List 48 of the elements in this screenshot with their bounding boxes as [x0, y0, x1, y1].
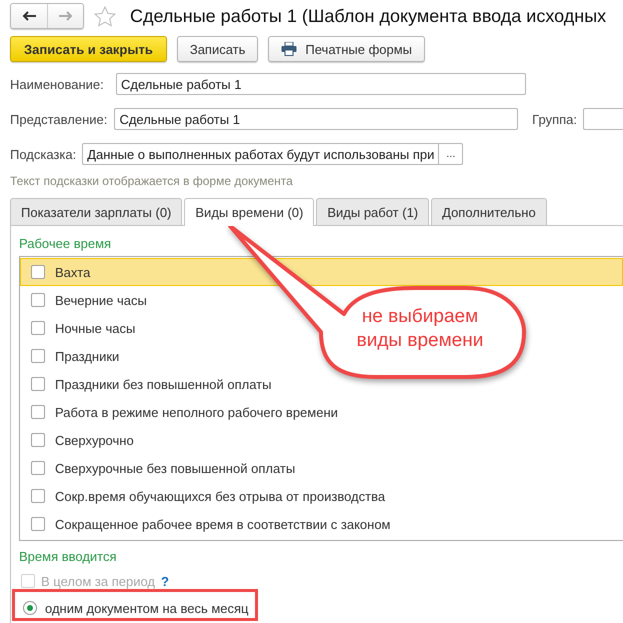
print-forms-button[interactable]: Печатные формы — [268, 36, 426, 62]
star-icon[interactable] — [94, 6, 116, 26]
tab[interactable]: Виды времени (0) — [184, 198, 314, 226]
group-title: Рабочее время — [19, 236, 112, 253]
checkbox[interactable] — [31, 321, 45, 335]
printer-icon — [281, 42, 298, 56]
checkbox-label[interactable]: Сверхурочные без повышенной оплаты — [55, 460, 296, 476]
field-label: Представление: — [10, 112, 108, 126]
hint-text: Текст подсказки отображается в форме документа — [9, 173, 294, 190]
text-field[interactable]: Сдельные работы 1 — [116, 73, 526, 95]
text-field[interactable]: Сдельные работы 1 — [114, 108, 518, 130]
field-label: Наименование: — [10, 76, 105, 92]
checkbox[interactable] — [31, 349, 45, 363]
checkbox-label[interactable]: Работа в режиме неполного рабочего времени — [55, 404, 338, 420]
list-row[interactable]: Вахта — [20, 258, 623, 286]
checkbox-label[interactable]: Вечерние часы — [55, 292, 147, 308]
group-title: Время вводится — [19, 549, 118, 566]
window-title: Сдельные работы 1 (Шаблон документа ввода исходных — [130, 6, 606, 26]
checkbox[interactable] — [31, 489, 45, 503]
checkbox-label[interactable]: Праздники без повышенной оплаты — [55, 376, 272, 392]
checkbox-label: Вахта — [55, 264, 90, 280]
radio-button[interactable] — [23, 601, 37, 615]
text-field[interactable]: Данные о выполненных работах будут использованы при — [82, 143, 438, 165]
field-label: Подсказка: — [10, 146, 76, 162]
checkbox-label[interactable]: Сокр.время обучающихся без отрыва от производства — [55, 488, 386, 504]
save-and-close-button[interactable]: Записать и закрыть — [10, 36, 167, 62]
checkbox[interactable] — [31, 433, 45, 447]
checkbox-label[interactable]: Праздники — [55, 348, 120, 364]
checkbox[interactable] — [31, 265, 45, 279]
checkbox[interactable] — [31, 517, 45, 531]
save-button[interactable]: Записать — [176, 36, 258, 62]
select-button[interactable]: ... — [438, 143, 464, 165]
checkbox-label[interactable]: Сверхурочно — [55, 432, 134, 448]
radio-label: одним документом на весь месяц — [45, 600, 249, 616]
checkbox[interactable] — [31, 461, 45, 475]
callout-text: не выбираем виды времени — [356, 305, 484, 353]
checkbox[interactable] — [31, 377, 45, 391]
back-arrow-icon — [22, 11, 36, 21]
field-label: Группа: — [532, 112, 577, 126]
checkbox-label: В целом за период — [41, 574, 155, 588]
tab[interactable]: Дополнительно — [431, 198, 547, 225]
checkbox[interactable] — [31, 293, 45, 307]
tab[interactable]: Виды работ (1) — [316, 198, 430, 225]
forward-arrow-icon — [58, 11, 72, 21]
checkbox-label[interactable]: Ночные часы — [55, 320, 136, 336]
tab[interactable]: Показатели зарплаты (0) — [10, 198, 182, 225]
checkbox-label[interactable]: Сокращенное рабочее время в соответствии с законом — [55, 516, 390, 532]
checkbox[interactable] — [31, 405, 45, 419]
